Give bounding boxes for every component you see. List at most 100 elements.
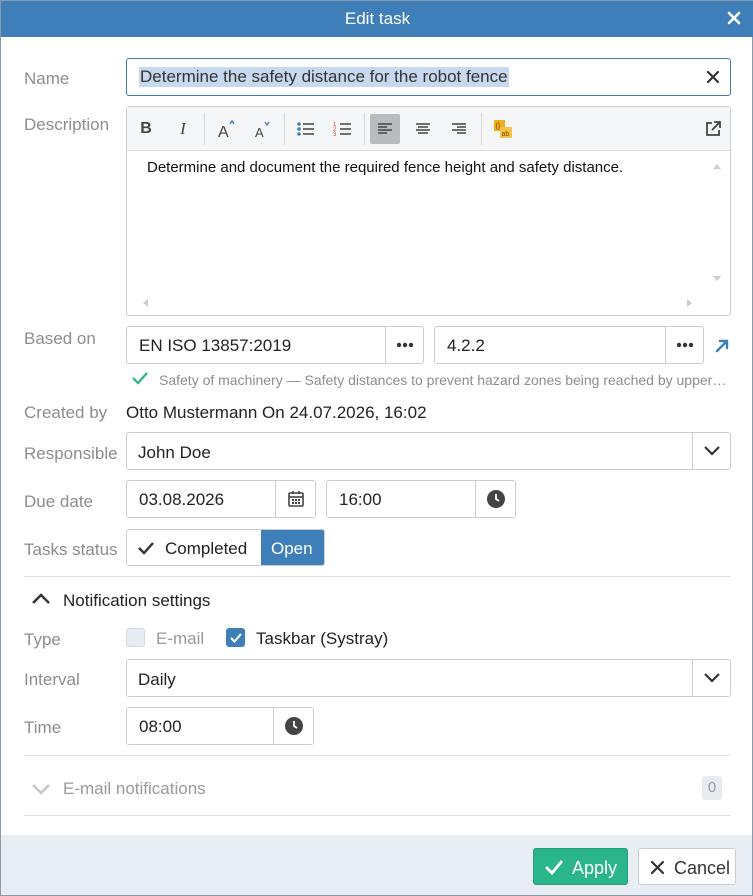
decrease-font-icon: A [255,121,270,140]
chevron-down-icon[interactable] [31,783,51,796]
svg-text:ab: ab [502,131,510,138]
close-icon[interactable] [724,8,744,28]
svg-text:3: 3 [333,132,337,138]
notification-settings-title[interactable]: Notification settings [63,591,210,611]
numbered-list-icon: 1 2 3 [333,122,351,138]
responsible-value: John Doe [138,443,211,462]
check-icon [132,372,148,385]
italic-button[interactable]: I [168,114,198,144]
status-completed-label: Completed [165,539,248,558]
responsible-select[interactable]: John Doe [126,432,731,470]
name-input[interactable]: Determine the safety distance for the ro… [126,58,731,96]
italic-icon: I [180,119,186,138]
clock-icon [284,717,303,735]
section-browse-button[interactable] [665,327,703,363]
check-icon [138,542,154,555]
taskbar-option-label: Taskbar (Systray) [256,629,389,648]
insert-placeholder-icon: {} ab [494,120,512,138]
close-icon [650,860,665,875]
check-icon [545,860,564,875]
due-time-value: 16:00 [339,490,382,509]
responsible-label: Responsible [24,444,118,463]
notification-time-picker-button[interactable] [273,708,313,744]
align-right-button[interactable] [444,114,474,144]
align-center-icon [416,123,430,134]
interval-value: Daily [138,670,176,689]
align-left-icon [378,123,392,134]
clear-icon[interactable] [705,69,721,85]
standard-field[interactable]: EN ISO 13857:2019 [126,326,424,364]
created-by-value: Otto Mustermann On 24.07.2026, 16:02 [126,403,427,422]
svg-text:A: A [218,124,229,140]
description-label: Description [24,115,110,134]
description-text[interactable]: Determine and document the required fenc… [147,159,623,176]
svg-text:A: A [255,125,264,140]
chevron-down-icon [703,673,720,683]
notification-time-input[interactable]: 08:00 [126,707,314,745]
email-checkbox[interactable] [126,628,145,647]
toolbar-separator [204,113,205,145]
interval-dropdown-button[interactable] [692,660,730,696]
type-label: Type [24,630,61,649]
status-completed-button[interactable]: Completed [127,530,261,565]
apply-label: Apply [572,858,618,878]
title-bar: Edit task [1,1,753,37]
responsible-dropdown-button[interactable] [692,433,730,469]
insert-placeholder-button[interactable]: {} ab [488,114,518,144]
chevron-up-icon[interactable] [31,592,51,605]
apply-button[interactable]: Apply [533,848,628,885]
due-time-input[interactable]: 16:00 [326,480,516,518]
scroll-up-icon[interactable] [712,162,722,170]
increase-font-button[interactable]: A [211,114,241,144]
due-time-picker-button[interactable] [475,481,515,517]
align-center-button[interactable] [408,114,438,144]
interval-select[interactable]: Daily [126,659,731,697]
interval-label: Interval [24,670,80,689]
standard-browse-button[interactable] [385,327,423,363]
taskbar-checkbox[interactable] [226,628,245,647]
due-date-label: Due date [24,492,93,511]
increase-font-icon: A [218,119,235,140]
editor-toolbar: B I A A 1 2 3 {} ab [127,107,730,151]
scroll-right-icon[interactable] [686,298,694,308]
scroll-down-icon[interactable] [712,275,722,283]
calendar-icon [287,491,304,507]
section-field[interactable]: 4.2.2 [434,326,704,364]
calendar-button[interactable] [275,481,315,517]
bullet-list-button[interactable] [291,114,321,144]
based-on-label: Based on [24,329,96,348]
name-value[interactable]: Determine the safety distance for the ro… [139,67,509,87]
decrease-font-button[interactable]: A [247,114,277,144]
name-label: Name [24,69,70,88]
standard-value: EN ISO 13857:2019 [139,336,292,355]
scroll-left-icon[interactable] [141,298,149,308]
email-notifications-count: 0 [702,776,722,800]
standard-info: Safety of machinery — Safety distances t… [159,372,727,388]
arrow-up-right-icon[interactable] [713,337,731,355]
description-editor[interactable]: B I A A 1 2 3 {} ab Determine and docume… [126,106,731,316]
divider [24,815,731,816]
divider [24,576,731,577]
edit-task-dialog: Edit task Name Determine the safety dist… [0,0,753,896]
cancel-button[interactable]: Cancel [638,848,736,885]
status-toggle: Completed Open [126,529,325,566]
toolbar-separator [481,113,482,145]
external-link-icon [706,121,721,136]
svg-text:{}: {} [496,123,501,130]
bold-icon: B [140,120,152,137]
open-external-button[interactable] [698,114,728,144]
align-left-button[interactable] [370,114,400,144]
cancel-label: Cancel [674,858,731,878]
section-value: 4.2.2 [447,336,485,355]
time-label: Time [24,718,62,737]
numbered-list-button[interactable]: 1 2 3 [328,114,358,144]
due-date-input[interactable]: 03.08.2026 [126,480,316,518]
chevron-down-icon [703,446,720,456]
toolbar-separator [364,113,365,145]
email-notifications-title[interactable]: E-mail notifications [63,779,206,799]
created-by-label: Created by [24,403,108,422]
status-open-button[interactable]: Open [261,530,324,565]
status-label: Tasks status [24,540,118,559]
bullet-list-icon [297,122,314,136]
bold-button[interactable]: B [131,114,161,144]
